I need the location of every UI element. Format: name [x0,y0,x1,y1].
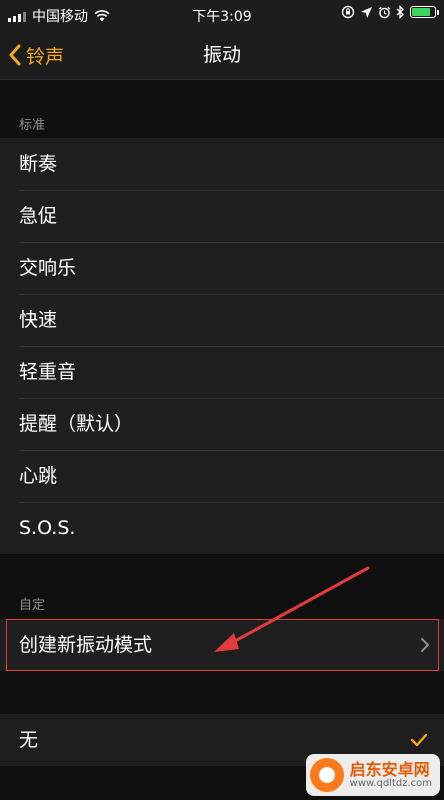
battery-icon [410,6,439,18]
list-item-label: 心跳 [19,465,58,487]
none-item-label: 无 [19,729,39,751]
list-item[interactable]: 快速 [0,294,444,346]
list-item[interactable]: 心跳 [0,450,444,502]
watermark-name: 启东安卓网 [349,759,430,779]
list-item-label: 交响乐 [19,257,77,279]
chevron-right-icon [420,619,430,671]
list-item[interactable]: 断奏 [0,138,444,190]
bluetooth-icon [396,5,404,19]
list-item-label: 急促 [19,205,58,227]
section-header-custom: 自定 [19,598,46,613]
list-item-label: 断奏 [19,153,58,175]
list-item[interactable]: 轻重音 [0,346,444,398]
standard-vibration-list: 断奏 急促 交响乐 快速 轻重音 提醒（默认） 心跳 S.O.S. [0,138,444,554]
watermark-logo-icon [309,758,344,792]
page-title: 振动 [202,44,241,66]
list-item[interactable]: S.O.S. [0,502,444,554]
location-icon [361,6,372,18]
status-bar: 中国移动 下午3:09 [0,0,444,30]
alarm-icon [378,6,391,18]
list-item[interactable]: 急促 [0,190,444,242]
list-item[interactable]: 提醒（默认） [0,398,444,450]
create-vibration-item[interactable]: 创建新振动模式 [0,619,444,671]
navigation-bar: 铃声 振动 [0,30,444,80]
list-item-label: 轻重音 [19,361,77,383]
section-header-standard: 标准 [19,118,46,133]
watermark-url: www.qdltdz.com [349,778,432,790]
list-item-label: S.O.S. [19,517,76,539]
custom-vibration-list: 创建新振动模式 [0,619,444,671]
watermark: 启东安卓网 www.qdltdz.com [305,754,440,796]
list-item-label: 快速 [19,309,58,331]
rotation-lock-icon [341,5,355,19]
create-vibration-label: 创建新振动模式 [19,634,153,656]
watermark-text: 启东安卓网 www.qdltdz.com [350,761,432,790]
list-item[interactable]: 交响乐 [0,242,444,294]
status-right [341,5,439,19]
list-item-label: 提醒（默认） [19,413,134,435]
